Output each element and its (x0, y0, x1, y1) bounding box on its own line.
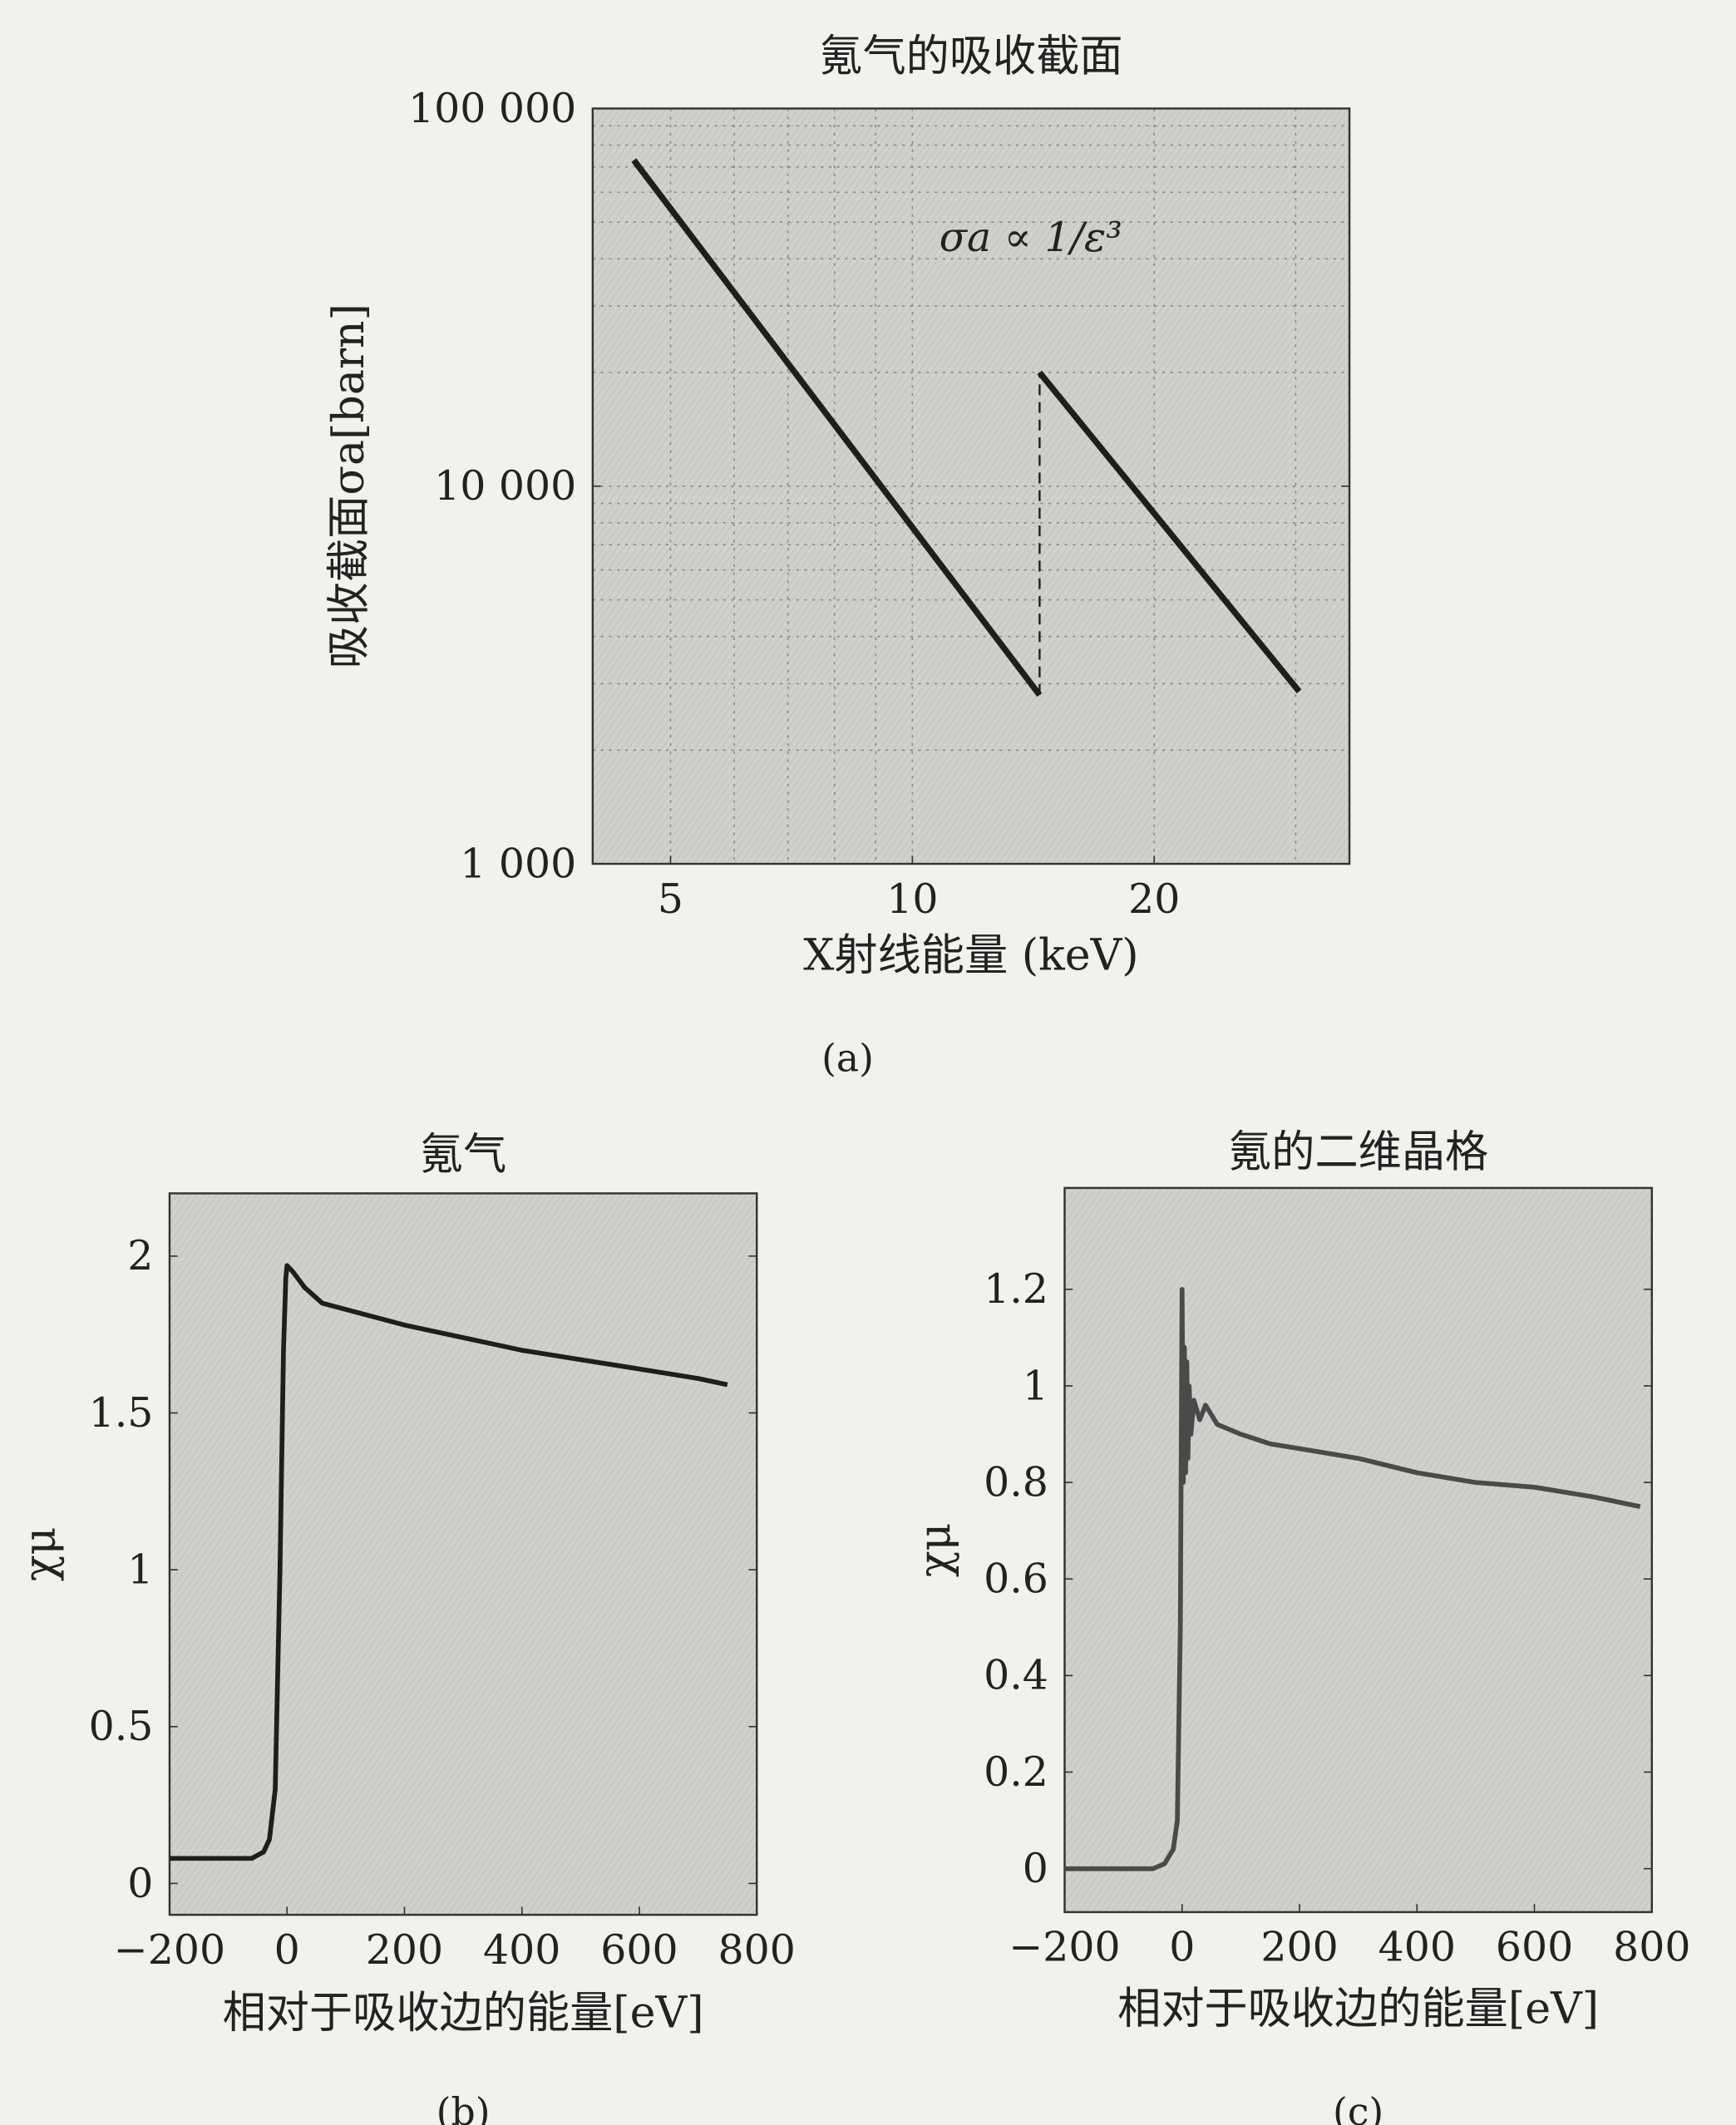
c1-x-tick-label: 200 (366, 1926, 443, 1974)
c1-y-tick-label: 1 (127, 1546, 153, 1593)
c2-y-tick-label: 0.8 (984, 1458, 1048, 1506)
chart-b-krypton-gas: −200 0 200 400 600 800 0 0.5 1 1.5 2 氪气相对于吸收边的能量[eV… (15, 1130, 796, 2125)
figure-page: 5 10 20 1 000 10 000 100 000 氪气的吸收截面 X射线能量 (keV… (0, 0, 1736, 2125)
c0-caption: (a) (821, 1037, 874, 1081)
c2-plot-area (1064, 1187, 1652, 1912)
c0-y-tick-label: 1 000 (460, 840, 576, 887)
c1-x-tick-label: 800 (718, 1926, 796, 1974)
c1-y-tick-label: 1.5 (89, 1389, 154, 1437)
c1-x-axis-label: 相对于吸收边的能量[eV] (223, 1989, 704, 2039)
c2-x-tick-label: 400 (1378, 1924, 1456, 1971)
c1-plot-area (169, 1193, 757, 1915)
c2-y-axis-label: χμ (910, 1523, 960, 1578)
c1-x-tick-label: 600 (600, 1926, 678, 1974)
c0-title: 氪气的吸收截面 (819, 32, 1122, 81)
c2-y-tick-label: 0.6 (984, 1556, 1048, 1603)
c2-x-tick-label: −200 (1009, 1924, 1120, 1971)
c2-y-tick-label: 0 (1023, 1845, 1048, 1892)
c0-x-tick-label: 20 (1128, 875, 1180, 923)
figure-svg: 5 10 201 00010 000100 000氪气的吸收截面X射线能量 (keV… (15, 32, 1691, 2125)
c0-x-axis-label: X射线能量 (keV) (803, 930, 1138, 980)
c0-y-tick-label: 10 000 (434, 462, 576, 510)
c2-x-tick-label: 200 (1260, 1924, 1338, 1971)
c2-x-tick-label: 800 (1613, 1924, 1690, 1971)
c1-y-axis-label: χμ (15, 1527, 65, 1582)
c0-annotation: σa ∝ 1/ε³ (940, 214, 1122, 261)
chart-a-absorption-cross-section: 5 10 20 1 000 10 000 100 000 氪气的吸收截面 X射线能量 (keV… (324, 32, 1351, 1081)
c0-x-tick-label: 10 (886, 875, 938, 923)
c2-y-tick-label: 1.2 (984, 1265, 1048, 1313)
c2-y-tick-label: 0.2 (984, 1748, 1048, 1796)
c2-y-tick-label: 1 (1023, 1362, 1048, 1409)
c0-y-axis-label: 吸收截面σa[barn] (324, 303, 374, 668)
c2-x-tick-label: 0 (1169, 1924, 1195, 1971)
c0-x-tick-label: 5 (658, 875, 683, 923)
c1-y-tick-label: 0.5 (89, 1703, 154, 1750)
c1-title: 氪气 (420, 1130, 506, 1180)
c2-y-tick-label: 0.4 (984, 1652, 1048, 1699)
c1-caption: (b) (436, 2090, 491, 2125)
c0-y-tick-label: 100 000 (408, 85, 576, 132)
c1-x-tick-label: 400 (483, 1926, 560, 1974)
c1-x-tick-label: 0 (274, 1926, 300, 1974)
c1-y-tick-label: 0 (127, 1860, 153, 1907)
chart-c-krypton-2d-lattice: −200 0 200 400 600 800 0 0.2 0.4 0.6 0.8 1 1.2 氪的二维晶格… (910, 1127, 1691, 2125)
c1-y-tick-label: 2 (127, 1232, 153, 1279)
c2-x-axis-label: 相对于吸收边的能量[eV] (1117, 1984, 1599, 2034)
c2-caption: (c) (1333, 2090, 1383, 2125)
c1-x-tick-label: −200 (114, 1926, 225, 1974)
c2-x-tick-label: 600 (1496, 1924, 1573, 1971)
c2-title: 氪的二维晶格 (1228, 1127, 1488, 1177)
